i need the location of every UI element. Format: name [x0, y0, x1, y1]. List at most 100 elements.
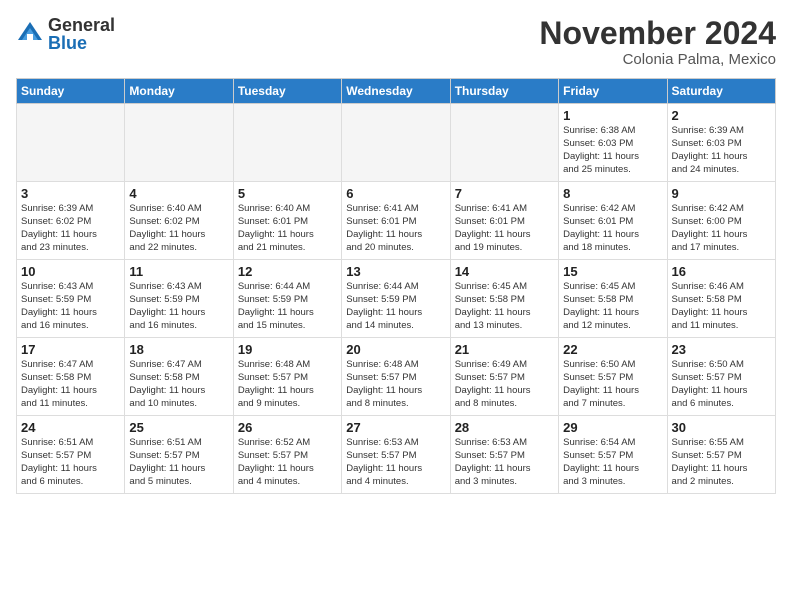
day-number: 13 [346, 264, 445, 279]
day-info: Sunrise: 6:53 AM Sunset: 5:57 PM Dayligh… [346, 437, 445, 488]
logo-blue-label: Blue [48, 34, 115, 52]
day-info: Sunrise: 6:45 AM Sunset: 5:58 PM Dayligh… [455, 281, 554, 332]
day-info: Sunrise: 6:38 AM Sunset: 6:03 PM Dayligh… [563, 125, 662, 176]
day-info: Sunrise: 6:47 AM Sunset: 5:58 PM Dayligh… [21, 359, 120, 410]
calendar-cell: 4Sunrise: 6:40 AM Sunset: 6:02 PM Daylig… [125, 182, 233, 260]
day-number: 2 [672, 108, 771, 123]
calendar-table: SundayMondayTuesdayWednesdayThursdayFrid… [16, 78, 776, 494]
day-info: Sunrise: 6:50 AM Sunset: 5:57 PM Dayligh… [672, 359, 771, 410]
calendar-cell: 6Sunrise: 6:41 AM Sunset: 6:01 PM Daylig… [342, 182, 450, 260]
day-info: Sunrise: 6:40 AM Sunset: 6:02 PM Dayligh… [129, 203, 228, 254]
day-info: Sunrise: 6:49 AM Sunset: 5:57 PM Dayligh… [455, 359, 554, 410]
day-number: 17 [21, 342, 120, 357]
day-info: Sunrise: 6:41 AM Sunset: 6:01 PM Dayligh… [346, 203, 445, 254]
calendar-cell: 11Sunrise: 6:43 AM Sunset: 5:59 PM Dayli… [125, 260, 233, 338]
day-info: Sunrise: 6:40 AM Sunset: 6:01 PM Dayligh… [238, 203, 337, 254]
header-tuesday: Tuesday [233, 79, 341, 104]
calendar-cell: 9 Sunrise: 6:42 AM Sunset: 6:00 PM Daylig… [667, 182, 775, 260]
header: General Blue November 2024 Colonia Palma… [16, 16, 776, 68]
day-info: Sunrise: 6:47 AM Sunset: 5:58 PM Dayligh… [129, 359, 228, 410]
day-info: Sunrise: 6:39 AM Sunset: 6:03 PM Dayligh… [672, 125, 771, 176]
calendar-cell [17, 104, 125, 182]
day-number: 26 [238, 420, 337, 435]
day-info: Sunrise: 6:46 AM Sunset: 5:58 PM Dayligh… [672, 281, 771, 332]
logo-icon [16, 20, 44, 48]
day-number: 30 [672, 420, 771, 435]
calendar-cell: 22Sunrise: 6:50 AM Sunset: 5:57 PM Dayli… [559, 338, 667, 416]
calendar-cell: 12Sunrise: 6:44 AM Sunset: 5:59 PM Dayli… [233, 260, 341, 338]
calendar-page: General Blue November 2024 Colonia Palma… [0, 0, 792, 506]
day-info: Sunrise: 6:51 AM Sunset: 5:57 PM Dayligh… [21, 437, 120, 488]
day-number: 15 [563, 264, 662, 279]
day-info: Sunrise: 6:55 AM Sunset: 5:57 PM Dayligh… [672, 437, 771, 488]
calendar-cell: 10 Sunrise: 6:43 AM Sunset: 5:59 PM Dayli… [17, 260, 125, 338]
day-info: Sunrise: 6:43 AM Sunset: 5:59 PM Dayligh… [21, 281, 120, 332]
calendar-cell: 1 Sunrise: 6:38 AM Sunset: 6:03 PM Daylig… [559, 104, 667, 182]
logo-text: General Blue [48, 16, 115, 52]
day-info: Sunrise: 6:42 AM Sunset: 6:00 PM Dayligh… [672, 203, 771, 254]
day-number: 12 [238, 264, 337, 279]
calendar-cell: 16 Sunrise: 6:46 AM Sunset: 5:58 PM Dayli… [667, 260, 775, 338]
calendar-cell: 8Sunrise: 6:42 AM Sunset: 6:01 PM Daylig… [559, 182, 667, 260]
calendar-cell: 5 Sunrise: 6:40 AM Sunset: 6:01 PM Daylig… [233, 182, 341, 260]
month-title: November 2024 [539, 16, 776, 51]
calendar-cell: 17 Sunrise: 6:47 AM Sunset: 5:58 PM Dayli… [17, 338, 125, 416]
day-info: Sunrise: 6:54 AM Sunset: 5:57 PM Dayligh… [563, 437, 662, 488]
day-info: Sunrise: 6:44 AM Sunset: 5:59 PM Dayligh… [346, 281, 445, 332]
calendar-cell: 26 Sunrise: 6:52 AM Sunset: 5:57 PM Dayli… [233, 416, 341, 494]
calendar-cell [450, 104, 558, 182]
week-row-0: 1 Sunrise: 6:38 AM Sunset: 6:03 PM Daylig… [17, 104, 776, 182]
day-number: 16 [672, 264, 771, 279]
calendar-cell: 29 Sunrise: 6:54 AM Sunset: 5:57 PM Dayli… [559, 416, 667, 494]
day-info: Sunrise: 6:42 AM Sunset: 6:01 PM Dayligh… [563, 203, 662, 254]
day-number: 10 [21, 264, 120, 279]
day-number: 9 [672, 186, 771, 201]
day-info: Sunrise: 6:48 AM Sunset: 5:57 PM Dayligh… [346, 359, 445, 410]
header-sunday: Sunday [17, 79, 125, 104]
day-info: Sunrise: 6:51 AM Sunset: 5:57 PM Dayligh… [129, 437, 228, 488]
calendar-cell: 14 Sunrise: 6:45 AM Sunset: 5:58 PM Dayli… [450, 260, 558, 338]
header-wednesday: Wednesday [342, 79, 450, 104]
header-thursday: Thursday [450, 79, 558, 104]
day-number: 1 [563, 108, 662, 123]
week-row-3: 17 Sunrise: 6:47 AM Sunset: 5:58 PM Dayli… [17, 338, 776, 416]
day-number: 14 [455, 264, 554, 279]
day-number: 19 [238, 342, 337, 357]
day-number: 3 [21, 186, 120, 201]
calendar-cell: 24 Sunrise: 6:51 AM Sunset: 5:57 PM Dayli… [17, 416, 125, 494]
calendar-cell: 28Sunrise: 6:53 AM Sunset: 5:57 PM Dayli… [450, 416, 558, 494]
location: Colonia Palma, Mexico [539, 51, 776, 68]
calendar-cell: 25 Sunrise: 6:51 AM Sunset: 5:57 PM Dayli… [125, 416, 233, 494]
calendar-cell: 2 Sunrise: 6:39 AM Sunset: 6:03 PM Daylig… [667, 104, 775, 182]
title-area: November 2024 Colonia Palma, Mexico [539, 16, 776, 68]
calendar-cell [342, 104, 450, 182]
day-number: 21 [455, 342, 554, 357]
calendar-cell: 23Sunrise: 6:50 AM Sunset: 5:57 PM Dayli… [667, 338, 775, 416]
calendar-cell: 13 Sunrise: 6:44 AM Sunset: 5:59 PM Dayli… [342, 260, 450, 338]
day-info: Sunrise: 6:52 AM Sunset: 5:57 PM Dayligh… [238, 437, 337, 488]
calendar-cell: 15 Sunrise: 6:45 AM Sunset: 5:58 PM Dayli… [559, 260, 667, 338]
calendar-cell: 3 Sunrise: 6:39 AM Sunset: 6:02 PM Daylig… [17, 182, 125, 260]
day-info: Sunrise: 6:50 AM Sunset: 5:57 PM Dayligh… [563, 359, 662, 410]
day-number: 5 [238, 186, 337, 201]
week-row-1: 3 Sunrise: 6:39 AM Sunset: 6:02 PM Daylig… [17, 182, 776, 260]
day-number: 20 [346, 342, 445, 357]
header-friday: Friday [559, 79, 667, 104]
day-number: 25 [129, 420, 228, 435]
day-info: Sunrise: 6:45 AM Sunset: 5:58 PM Dayligh… [563, 281, 662, 332]
calendar-cell: 20 Sunrise: 6:48 AM Sunset: 5:57 PM Dayli… [342, 338, 450, 416]
day-number: 7 [455, 186, 554, 201]
calendar-cell: 30 Sunrise: 6:55 AM Sunset: 5:57 PM Dayli… [667, 416, 775, 494]
logo: General Blue [16, 16, 115, 52]
day-info: Sunrise: 6:48 AM Sunset: 5:57 PM Dayligh… [238, 359, 337, 410]
day-info: Sunrise: 6:39 AM Sunset: 6:02 PM Dayligh… [21, 203, 120, 254]
calendar-cell [233, 104, 341, 182]
week-row-4: 24 Sunrise: 6:51 AM Sunset: 5:57 PM Dayli… [17, 416, 776, 494]
day-number: 11 [129, 264, 228, 279]
calendar-cell: 19 Sunrise: 6:48 AM Sunset: 5:57 PM Dayli… [233, 338, 341, 416]
day-number: 29 [563, 420, 662, 435]
day-number: 24 [21, 420, 120, 435]
day-info: Sunrise: 6:41 AM Sunset: 6:01 PM Dayligh… [455, 203, 554, 254]
calendar-cell: 21 Sunrise: 6:49 AM Sunset: 5:57 PM Dayli… [450, 338, 558, 416]
header-monday: Monday [125, 79, 233, 104]
